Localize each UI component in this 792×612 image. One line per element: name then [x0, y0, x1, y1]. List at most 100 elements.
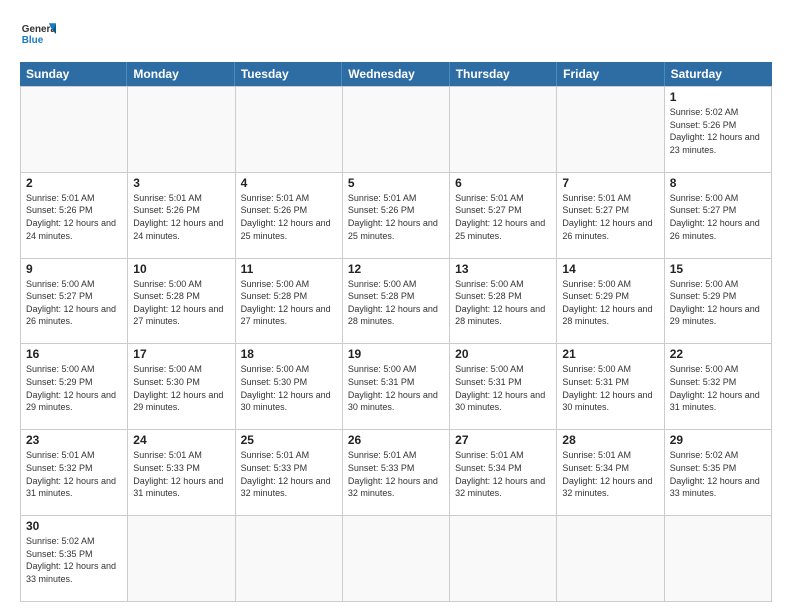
sun-info: Sunrise: 5:00 AMSunset: 5:31 PMDaylight:… — [562, 363, 658, 413]
sun-info: Sunrise: 5:01 AMSunset: 5:26 PMDaylight:… — [133, 192, 229, 242]
sun-info: Sunrise: 5:00 AMSunset: 5:31 PMDaylight:… — [348, 363, 444, 413]
day-of-week-wednesday: Wednesday — [342, 62, 449, 86]
calendar-day-28: 28 Sunrise: 5:01 AMSunset: 5:34 PMDayligh… — [557, 430, 664, 516]
sun-info: Sunrise: 5:01 AMSunset: 5:26 PMDaylight:… — [348, 192, 444, 242]
sun-info: Sunrise: 5:01 AMSunset: 5:33 PMDaylight:… — [133, 449, 229, 499]
day-number: 3 — [133, 176, 229, 190]
day-number: 23 — [26, 433, 122, 447]
day-number: 16 — [26, 347, 122, 361]
calendar-empty-cell — [236, 87, 343, 173]
calendar-day-1: 1Sunrise: 5:02 AMSunset: 5:26 PMDaylight… — [665, 87, 772, 173]
calendar: SundayMondayTuesdayWednesdayThursdayFrid… — [20, 62, 772, 602]
day-number: 1 — [670, 90, 766, 104]
sun-info: Sunrise: 5:01 AMSunset: 5:33 PMDaylight:… — [241, 449, 337, 499]
calendar-day-27: 27 Sunrise: 5:01 AMSunset: 5:34 PMDayligh… — [450, 430, 557, 516]
sun-info: Sunrise: 5:00 AMSunset: 5:27 PMDaylight:… — [670, 192, 766, 242]
sun-info: Sunrise: 5:02 AMSunset: 5:35 PMDaylight:… — [26, 535, 122, 585]
sun-info: Sunrise: 5:00 AMSunset: 5:32 PMDaylight:… — [670, 363, 766, 413]
day-number: 28 — [562, 433, 658, 447]
calendar-empty-cell — [343, 516, 450, 602]
calendar-day-7: 7 Sunrise: 5:01 AMSunset: 5:27 PMDaylight… — [557, 173, 664, 259]
calendar-day-22: 22Sunrise: 5:00 AMSunset: 5:32 PMDayligh… — [665, 344, 772, 430]
sun-info: Sunrise: 5:00 AMSunset: 5:28 PMDaylight:… — [348, 278, 444, 328]
calendar-day-8: 8 Sunrise: 5:00 AMSunset: 5:27 PMDaylight… — [665, 173, 772, 259]
sun-info: Sunrise: 5:00 AMSunset: 5:29 PMDaylight:… — [562, 278, 658, 328]
day-of-week-saturday: Saturday — [665, 62, 772, 86]
day-of-week-monday: Monday — [127, 62, 234, 86]
calendar-day-30: 30 Sunrise: 5:02 AMSunset: 5:35 PMDayligh… — [21, 516, 128, 602]
logo-icon: General Blue — [20, 16, 56, 52]
sun-info: Sunrise: 5:00 AMSunset: 5:29 PMDaylight:… — [26, 363, 122, 413]
calendar-empty-cell — [128, 87, 235, 173]
calendar-body: 1Sunrise: 5:02 AMSunset: 5:26 PMDaylight… — [20, 86, 772, 602]
day-number: 30 — [26, 519, 122, 533]
calendar-day-9: 9Sunrise: 5:00 AMSunset: 5:27 PMDaylight… — [21, 259, 128, 345]
sun-info: Sunrise: 5:01 AMSunset: 5:33 PMDaylight:… — [348, 449, 444, 499]
sun-info: Sunrise: 5:00 AMSunset: 5:28 PMDaylight:… — [455, 278, 551, 328]
calendar-day-12: 12 Sunrise: 5:00 AMSunset: 5:28 PMDayligh… — [343, 259, 450, 345]
day-number: 4 — [241, 176, 337, 190]
day-number: 8 — [670, 176, 766, 190]
calendar-day-25: 25 Sunrise: 5:01 AMSunset: 5:33 PMDayligh… — [236, 430, 343, 516]
day-number: 24 — [133, 433, 229, 447]
day-of-week-tuesday: Tuesday — [235, 62, 342, 86]
day-number: 27 — [455, 433, 551, 447]
day-number: 2 — [26, 176, 122, 190]
day-number: 6 — [455, 176, 551, 190]
svg-text:Blue: Blue — [22, 35, 44, 46]
day-number: 29 — [670, 433, 766, 447]
day-number: 19 — [348, 347, 444, 361]
sun-info: Sunrise: 5:01 AMSunset: 5:34 PMDaylight:… — [455, 449, 551, 499]
calendar-day-18: 18Sunrise: 5:00 AMSunset: 5:30 PMDayligh… — [236, 344, 343, 430]
calendar-day-4: 4 Sunrise: 5:01 AMSunset: 5:26 PMDaylight… — [236, 173, 343, 259]
calendar-day-21: 21Sunrise: 5:00 AMSunset: 5:31 PMDayligh… — [557, 344, 664, 430]
day-number: 17 — [133, 347, 229, 361]
calendar-day-20: 20 Sunrise: 5:00 AMSunset: 5:31 PMDayligh… — [450, 344, 557, 430]
day-of-week-thursday: Thursday — [450, 62, 557, 86]
calendar-empty-cell — [557, 516, 664, 602]
calendar-day-6: 6 Sunrise: 5:01 AMSunset: 5:27 PMDaylight… — [450, 173, 557, 259]
day-number: 12 — [348, 262, 444, 276]
calendar-day-15: 15Sunrise: 5:00 AMSunset: 5:29 PMDayligh… — [665, 259, 772, 345]
day-number: 5 — [348, 176, 444, 190]
sun-info: Sunrise: 5:00 AMSunset: 5:30 PMDaylight:… — [133, 363, 229, 413]
day-number: 25 — [241, 433, 337, 447]
calendar-day-19: 19 Sunrise: 5:00 AMSunset: 5:31 PMDayligh… — [343, 344, 450, 430]
calendar-day-29: 29 Sunrise: 5:02 AMSunset: 5:35 PMDayligh… — [665, 430, 772, 516]
sun-info: Sunrise: 5:02 AMSunset: 5:35 PMDaylight:… — [670, 449, 766, 499]
logo: General Blue — [20, 16, 56, 52]
calendar-day-10: 10 Sunrise: 5:00 AMSunset: 5:28 PMDayligh… — [128, 259, 235, 345]
sun-info: Sunrise: 5:00 AMSunset: 5:28 PMDaylight:… — [133, 278, 229, 328]
day-number: 26 — [348, 433, 444, 447]
calendar-day-17: 17 Sunrise: 5:00 AMSunset: 5:30 PMDayligh… — [128, 344, 235, 430]
calendar-day-2: 2 Sunrise: 5:01 AMSunset: 5:26 PMDaylight… — [21, 173, 128, 259]
sun-info: Sunrise: 5:01 AMSunset: 5:34 PMDaylight:… — [562, 449, 658, 499]
sun-info: Sunrise: 5:01 AMSunset: 5:26 PMDaylight:… — [241, 192, 337, 242]
sun-info: Sunrise: 5:01 AMSunset: 5:32 PMDaylight:… — [26, 449, 122, 499]
day-number: 15 — [670, 262, 766, 276]
day-number: 7 — [562, 176, 658, 190]
day-of-week-friday: Friday — [557, 62, 664, 86]
sun-info: Sunrise: 5:01 AMSunset: 5:27 PMDaylight:… — [562, 192, 658, 242]
calendar-day-5: 5 Sunrise: 5:01 AMSunset: 5:26 PMDaylight… — [343, 173, 450, 259]
calendar-day-13: 13 Sunrise: 5:00 AMSunset: 5:28 PMDayligh… — [450, 259, 557, 345]
calendar-day-23: 23 Sunrise: 5:01 AMSunset: 5:32 PMDayligh… — [21, 430, 128, 516]
calendar-empty-cell — [665, 516, 772, 602]
calendar-day-11: 11Sunrise: 5:00 AMSunset: 5:28 PMDayligh… — [236, 259, 343, 345]
sun-info: Sunrise: 5:01 AMSunset: 5:27 PMDaylight:… — [455, 192, 551, 242]
day-number: 14 — [562, 262, 658, 276]
calendar-empty-cell — [343, 87, 450, 173]
day-number: 9 — [26, 262, 122, 276]
sun-info: Sunrise: 5:00 AMSunset: 5:28 PMDaylight:… — [241, 278, 337, 328]
calendar-empty-cell — [557, 87, 664, 173]
sun-info: Sunrise: 5:00 AMSunset: 5:31 PMDaylight:… — [455, 363, 551, 413]
calendar-day-26: 26 Sunrise: 5:01 AMSunset: 5:33 PMDayligh… — [343, 430, 450, 516]
calendar-empty-cell — [128, 516, 235, 602]
calendar-day-24: 24 Sunrise: 5:01 AMSunset: 5:33 PMDayligh… — [128, 430, 235, 516]
day-number: 13 — [455, 262, 551, 276]
day-number: 20 — [455, 347, 551, 361]
sun-info: Sunrise: 5:01 AMSunset: 5:26 PMDaylight:… — [26, 192, 122, 242]
day-number: 10 — [133, 262, 229, 276]
calendar-day-16: 16 Sunrise: 5:00 AMSunset: 5:29 PMDayligh… — [21, 344, 128, 430]
calendar-day-3: 3 Sunrise: 5:01 AMSunset: 5:26 PMDaylight… — [128, 173, 235, 259]
